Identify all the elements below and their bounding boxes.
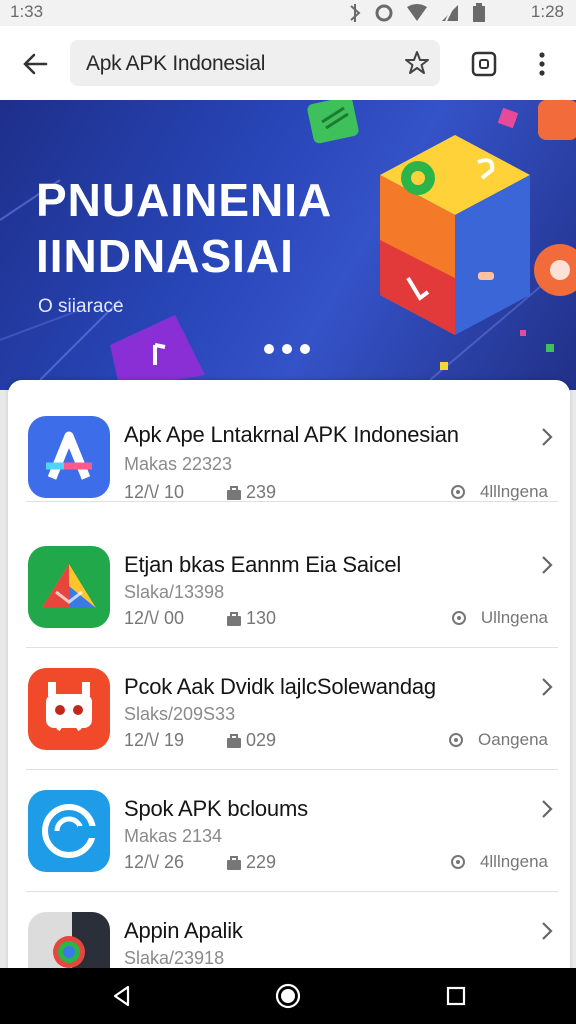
app-size: Slaks/209S33: [124, 704, 236, 724]
back-arrow-icon[interactable]: [20, 50, 50, 78]
address-bar[interactable]: Apk APK Indonesial: [70, 40, 440, 86]
globe-icon: [450, 855, 465, 869]
pagination-dot[interactable]: [264, 344, 274, 354]
app-name: Spok APK bcloums: [124, 796, 308, 821]
tab-icon[interactable]: [470, 50, 498, 78]
app-name: Appin Apalik: [124, 918, 243, 943]
app-date: 12/\/ 26: [124, 852, 185, 872]
download-count: 029: [246, 730, 277, 750]
app-language: Oangena: [448, 730, 548, 750]
app-list-item[interactable]: Etjan bkas Eannm Eia Saicel Slaka/13398 …: [8, 526, 570, 648]
globe-icon: [451, 611, 466, 625]
language-label: Ullngena: [480, 608, 548, 627]
app-downloads: 029: [226, 730, 276, 751]
signal-glyph-icon: [348, 4, 362, 27]
swirl-icon: [28, 790, 110, 872]
sync-icon: [374, 3, 394, 28]
banner-title-line-1: PNUAINENIA: [36, 174, 333, 226]
app-list-item[interactable]: Appin Apalik Slaka/23918: [8, 892, 570, 980]
download-icon: [227, 855, 241, 870]
app-size: Makas 22323: [124, 454, 233, 474]
status-time-left: 1:33: [10, 2, 44, 21]
status-bar: 1:33 1:28: [0, 0, 576, 26]
nav-back-icon[interactable]: [110, 984, 134, 1008]
download-icon: [227, 485, 241, 500]
download-icon: [227, 611, 241, 626]
chevron-right-icon[interactable]: [540, 798, 554, 820]
address-text[interactable]: Apk APK Indonesial: [86, 52, 265, 76]
promo-banner[interactable]: PNUAINENIA IINDNASIAI O siiarace: [0, 100, 576, 390]
download-icon: [227, 733, 241, 748]
app-store-a-icon: [28, 416, 110, 498]
status-time-right: 1:28: [530, 2, 564, 21]
download-count: 229: [246, 852, 277, 872]
chevron-right-icon[interactable]: [540, 676, 554, 698]
globe-icon: [449, 733, 464, 747]
battery-icon: [472, 3, 486, 28]
globe-icon: [450, 485, 465, 499]
cell-signal-icon: [440, 4, 460, 27]
nav-home-icon[interactable]: [275, 983, 301, 1009]
language-label: Oangena: [478, 730, 548, 749]
language-label: 4lllngena: [479, 852, 548, 871]
app-downloads: 239: [226, 482, 276, 503]
app-size: Makas 2134: [124, 826, 223, 846]
star-icon[interactable]: [404, 50, 430, 76]
app-downloads: 130: [226, 608, 276, 629]
chevron-right-icon[interactable]: [540, 426, 554, 448]
app-name: Apk Ape Lntakrnal APK Indonesian: [124, 422, 459, 447]
more-vert-icon[interactable]: [532, 50, 552, 78]
app-name: Pcok Aak Dvidk lajlcSolewandag: [124, 674, 436, 699]
play-triangle-icon: [28, 546, 110, 628]
app-name: Etjan bkas Eannm Eia Saicel: [124, 552, 402, 577]
app-date: 12/\/ 19: [124, 730, 185, 750]
app-list-item[interactable]: Apk Ape Lntakrnal APK Indonesian Makas 2…: [8, 380, 570, 502]
wifi-icon: [406, 4, 428, 27]
status-icons: [348, 3, 486, 28]
chevron-right-icon[interactable]: [540, 920, 554, 942]
banner-pagination[interactable]: [264, 344, 310, 354]
app-list-item[interactable]: Spok APK bcloums Makas 2134 12/\/ 26 229…: [8, 770, 570, 892]
app-language: 4lllngena: [450, 852, 548, 872]
banner-title: PNUAINENIA IINDNASIAI: [36, 172, 332, 284]
app-size: Slaka/13398: [124, 582, 225, 602]
pagination-dot[interactable]: [282, 344, 292, 354]
download-count: 130: [246, 608, 277, 628]
app-language: Ullngena: [451, 608, 548, 628]
download-count: 239: [246, 482, 277, 502]
browser-toolbar: Apk APK Indonesial: [0, 26, 576, 100]
row-divider: [26, 501, 558, 502]
app-size: Slaka/23918: [124, 948, 225, 968]
system-nav-bar: [0, 968, 576, 1024]
banner-subtitle: O siiarace: [38, 296, 124, 317]
banner-title-line-2: IINDNASIAI: [36, 230, 294, 282]
chevron-right-icon[interactable]: [540, 554, 554, 576]
pagination-dot[interactable]: [300, 344, 310, 354]
app-list-item[interactable]: Pcok Aak Dvidk lajlcSolewandag Slaks/209…: [8, 648, 570, 770]
app-date: 12/\/ 10: [124, 482, 185, 502]
language-label: 4lllngena: [479, 482, 548, 501]
app-date: 12/\/ 00: [124, 608, 185, 628]
nav-recents-icon[interactable]: [446, 986, 466, 1006]
app-language: 4lllngena: [450, 482, 548, 502]
app-downloads: 229: [226, 852, 276, 873]
app-list: Apk Ape Lntakrnal APK Indonesian Makas 2…: [8, 380, 570, 980]
robot-face-icon: [28, 668, 110, 750]
